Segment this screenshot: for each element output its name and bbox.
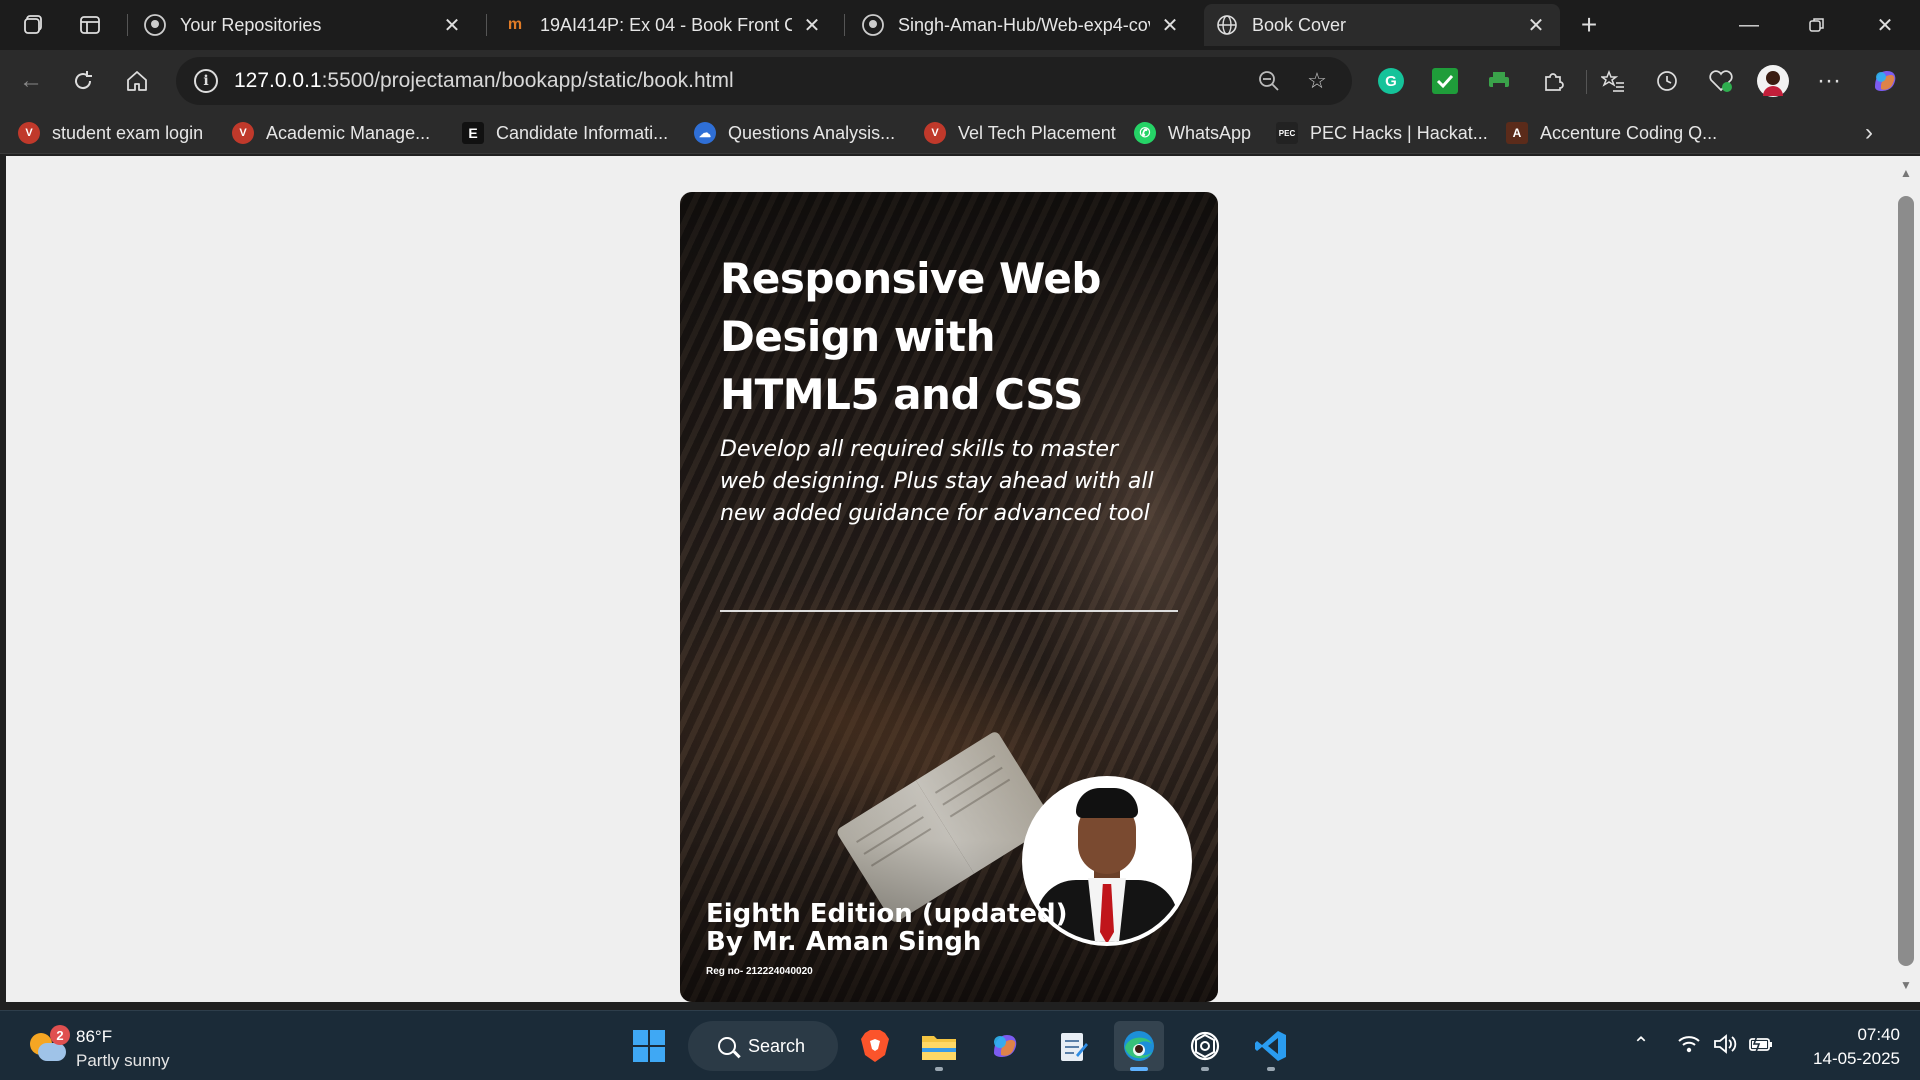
- weather-widget[interactable]: 2 86°F Partly sunny: [26, 1021, 206, 1071]
- volume-icon[interactable]: [1710, 1029, 1740, 1059]
- more-menu-icon[interactable]: ···: [1812, 64, 1846, 98]
- clock-date: 14-05-2025: [1813, 1049, 1900, 1068]
- close-tab-icon[interactable]: ✕: [800, 13, 824, 37]
- file-explorer-icon[interactable]: [914, 1021, 964, 1071]
- scroll-down-icon[interactable]: ▼: [1898, 978, 1914, 994]
- registration-number: Reg no- 212224040020: [706, 966, 813, 977]
- url-text[interactable]: 127.0.0.1:5500/projectaman/bookapp/stati…: [234, 69, 1238, 93]
- notification-badge: 2: [50, 1025, 70, 1045]
- e-icon: E: [462, 122, 484, 144]
- start-button[interactable]: [624, 1021, 674, 1071]
- minimize-button[interactable]: —: [1716, 0, 1782, 50]
- tab-title: 19AI414P: Ex 04 - Book Front Cov: [540, 14, 792, 35]
- taskbar-search[interactable]: Search: [688, 1021, 838, 1071]
- restore-button[interactable]: [1784, 0, 1850, 50]
- bookmark-vel-tech-placement[interactable]: V Vel Tech Placement: [924, 118, 1116, 148]
- tab-web-exp4-cover-repo[interactable]: Singh-Aman-Hub/Web-exp4-cove ✕: [850, 4, 1194, 46]
- brave-browser-icon[interactable]: [850, 1021, 900, 1071]
- close-tab-icon[interactable]: ✕: [1158, 13, 1182, 37]
- vel-tech-icon: V: [924, 122, 946, 144]
- battery-icon[interactable]: [1746, 1029, 1776, 1059]
- grammarly-icon[interactable]: G: [1374, 64, 1408, 98]
- checkmark-extension-icon[interactable]: [1428, 64, 1462, 98]
- scroll-up-icon[interactable]: ▲: [1898, 166, 1914, 182]
- globe-icon: [1216, 14, 1238, 36]
- wifi-icon[interactable]: [1674, 1029, 1704, 1059]
- home-button[interactable]: [118, 62, 156, 100]
- system-clock[interactable]: 07:40 14-05-2025: [1790, 1023, 1900, 1071]
- profile-avatar[interactable]: [1756, 64, 1790, 98]
- refresh-button[interactable]: [64, 62, 102, 100]
- copilot-icon[interactable]: [1868, 64, 1902, 98]
- history-icon[interactable]: [1650, 64, 1684, 98]
- search-icon: [718, 1037, 736, 1055]
- windows-taskbar: 2 86°F Partly sunny Search ⌃ 07:40 14-05…: [0, 1010, 1920, 1080]
- zoom-out-icon[interactable]: [1252, 64, 1286, 98]
- clock-time: 07:40: [1857, 1025, 1900, 1044]
- tab-title: Singh-Aman-Hub/Web-exp4-cove: [898, 14, 1150, 35]
- tab-ex04-book-front-cover[interactable]: m 19AI414P: Ex 04 - Book Front Cov ✕: [492, 4, 836, 46]
- close-window-button[interactable]: ✕: [1852, 0, 1918, 50]
- browser-essentials-icon[interactable]: [1704, 64, 1738, 98]
- back-button[interactable]: ←: [12, 62, 50, 100]
- address-bar[interactable]: i 127.0.0.1:5500/projectaman/bookapp/sta…: [176, 57, 1352, 105]
- navigation-bar: ← i 127.0.0.1:5500/projectaman/bookapp/s…: [0, 50, 1920, 112]
- print-extension-icon[interactable]: [1482, 64, 1516, 98]
- bookmarks-bar: V student exam login V Academic Manage..…: [0, 112, 1920, 154]
- edge-browser-icon[interactable]: [1114, 1021, 1164, 1071]
- extensions-puzzle-icon[interactable]: [1536, 64, 1570, 98]
- book-subtitle: Develop all required skills to master we…: [720, 437, 1154, 526]
- close-tab-icon[interactable]: ✕: [1524, 13, 1548, 37]
- vel-tech-icon: V: [232, 122, 254, 144]
- bookmark-pec-hacks[interactable]: PEC PEC Hacks | Hackat...: [1276, 118, 1488, 148]
- chevron-right-icon[interactable]: ›: [1856, 119, 1882, 146]
- bookmark-academic-manage[interactable]: V Academic Manage...: [232, 118, 430, 148]
- github-icon: [144, 14, 166, 36]
- tab-your-repositories[interactable]: Your Repositories ✕: [132, 4, 476, 46]
- show-hidden-icons-icon[interactable]: ⌃: [1626, 1029, 1656, 1059]
- title-divider: [720, 610, 1178, 612]
- vertical-tabs-icon[interactable]: [70, 5, 110, 45]
- notepad-icon[interactable]: [1048, 1021, 1098, 1071]
- bookmark-candidate-information[interactable]: E Candidate Informati...: [462, 118, 668, 148]
- tab-title: Your Repositories: [180, 14, 322, 35]
- svg-text:G: G: [1385, 73, 1397, 90]
- moodle-icon: m: [507, 16, 523, 33]
- partly-sunny-icon: 2: [30, 1025, 70, 1063]
- bookmark-student-exam-login[interactable]: V student exam login: [18, 118, 203, 148]
- site-info-icon[interactable]: i: [194, 69, 218, 93]
- bookmark-questions-analysis[interactable]: ☁ Questions Analysis...: [694, 118, 895, 148]
- chatgpt-icon[interactable]: [1180, 1021, 1230, 1071]
- workspaces-icon[interactable]: [14, 5, 54, 45]
- accenture-icon: A: [1506, 122, 1528, 144]
- tab-bar: Your Repositories ✕ m 19AI414P: Ex 04 - …: [0, 0, 1920, 50]
- cloud-icon: ☁: [694, 122, 716, 144]
- favorites-icon[interactable]: [1596, 64, 1630, 98]
- vel-tech-icon: V: [18, 122, 40, 144]
- tab-book-cover[interactable]: Book Cover ✕: [1204, 4, 1560, 46]
- bookmark-whatsapp[interactable]: ✆ WhatsApp: [1134, 118, 1251, 148]
- weather-temperature: 86°F: [76, 1027, 113, 1046]
- copilot-app-icon[interactable]: [980, 1021, 1030, 1071]
- close-tab-icon[interactable]: ✕: [440, 13, 464, 37]
- page-scrollbar[interactable]: ▲ ▼: [1892, 156, 1920, 1002]
- weather-description: Partly sunny: [76, 1051, 170, 1070]
- author-name: By Mr. Aman Singh: [706, 927, 982, 957]
- vscode-icon[interactable]: [1246, 1021, 1296, 1071]
- book-title: Responsive Web Design with HTML5 and CSS: [720, 254, 1101, 419]
- favorite-star-icon[interactable]: ☆: [1300, 64, 1334, 98]
- edition-text: Eighth Edition (updated): [706, 899, 1068, 929]
- book-cover: Responsive Web Design with HTML5 and CSS…: [680, 192, 1218, 1002]
- web-page-viewport: Responsive Web Design with HTML5 and CSS…: [6, 156, 1892, 1002]
- bookmark-accenture-coding[interactable]: A Accenture Coding Q...: [1506, 118, 1717, 148]
- whatsapp-icon: ✆: [1134, 122, 1156, 144]
- github-icon: [862, 14, 884, 36]
- scrollbar-thumb[interactable]: [1898, 196, 1914, 966]
- pec-icon: PEC: [1276, 122, 1298, 144]
- tab-title: Book Cover: [1252, 14, 1347, 35]
- new-tab-button[interactable]: +: [1572, 8, 1606, 42]
